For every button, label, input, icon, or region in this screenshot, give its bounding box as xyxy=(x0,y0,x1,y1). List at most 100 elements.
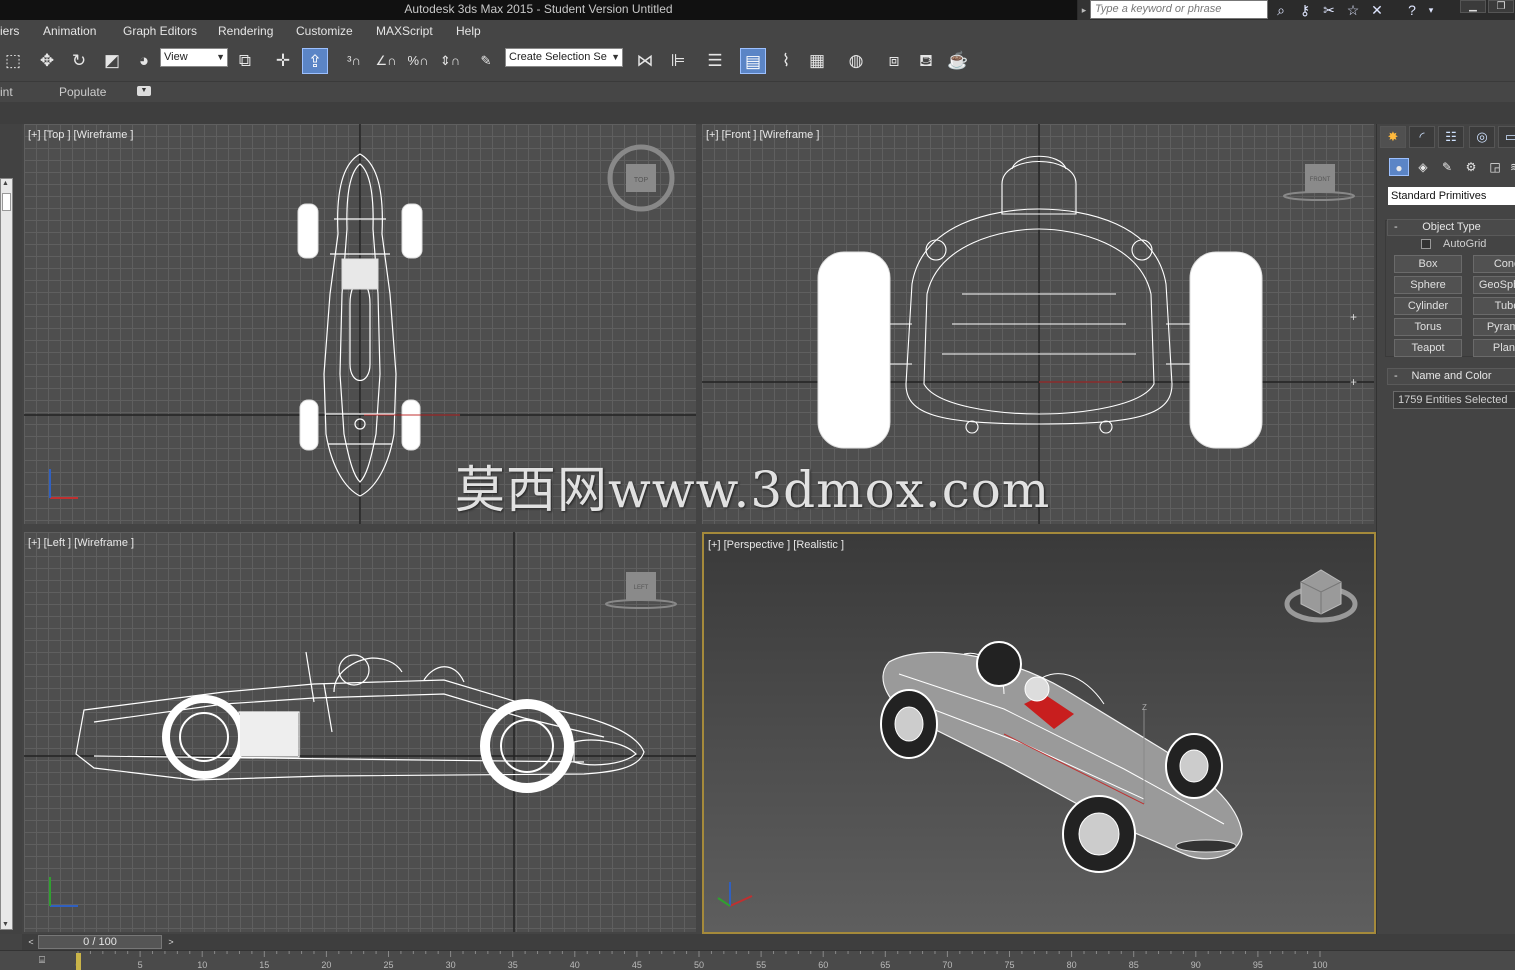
restore-button[interactable]: ❐ xyxy=(1488,0,1514,13)
ribbon-tab-populate[interactable]: Populate xyxy=(59,85,106,99)
search-expand-arrow-icon[interactable]: ▸ xyxy=(1078,0,1090,20)
front-viewcube[interactable]: FRONT xyxy=(1283,164,1355,201)
time-slider-thumb[interactable]: 0 / 100 xyxy=(38,935,162,949)
scrollbar-thumb[interactable] xyxy=(2,193,11,211)
ribbon-options-dropdown-icon[interactable]: ▼ xyxy=(137,86,151,96)
time-next-icon[interactable]: > xyxy=(164,935,178,949)
percent-snap-icon[interactable]: %∩ xyxy=(405,48,431,74)
viewport-left[interactable]: [+] [Left ] [Wireframe ] LEFT xyxy=(24,532,696,932)
menu-graph-editors[interactable]: Graph Editors xyxy=(123,24,197,38)
tube-button[interactable]: Tube xyxy=(1473,297,1515,315)
curve-editor-icon[interactable]: ⌇ xyxy=(773,48,799,74)
ribbon-tab-paint[interactable]: int xyxy=(0,85,13,99)
star-icon[interactable]: ☆ xyxy=(1344,1,1362,19)
move-icon[interactable]: ✥ xyxy=(34,48,60,74)
sphere-button[interactable]: Sphere xyxy=(1394,276,1462,294)
left-viewcube[interactable]: LEFT xyxy=(605,572,677,609)
material-editor-icon[interactable]: ◍ xyxy=(843,48,869,74)
lights-icon[interactable]: ✎ xyxy=(1437,158,1457,176)
cylinder-button[interactable]: Cylinder xyxy=(1394,297,1462,315)
keyboard-shortcut-override-icon[interactable]: ⇪ xyxy=(302,48,328,74)
scale-icon[interactable]: ◩ xyxy=(99,48,125,74)
motion-tab-icon[interactable]: ◎ xyxy=(1469,126,1495,148)
align-icon[interactable]: ⊫ xyxy=(665,48,691,74)
key-icon[interactable]: ⚷ xyxy=(1296,1,1314,19)
cone-button[interactable]: Cone xyxy=(1473,255,1515,273)
tools-icon[interactable]: ✂ xyxy=(1320,1,1338,19)
plane-button[interactable]: Plane xyxy=(1473,339,1515,357)
search-input[interactable]: Type a keyword or phrase xyxy=(1090,0,1268,19)
time-prev-icon[interactable]: < xyxy=(24,935,38,949)
box-button[interactable]: Box xyxy=(1394,255,1462,273)
track-bar-tick-label: 5 xyxy=(138,960,143,970)
object-name-field[interactable]: 1759 Entities Selected xyxy=(1393,391,1515,409)
select-region-icon[interactable]: ⬚ xyxy=(0,48,26,74)
render-setup-icon[interactable]: ⧈ xyxy=(881,48,907,74)
menu-customize[interactable]: Customize xyxy=(296,24,353,38)
minimize-button[interactable]: ▁ xyxy=(1460,0,1486,13)
left-wireframe-car: LEFT xyxy=(24,532,696,932)
menu-modifiers[interactable]: iers xyxy=(0,24,19,38)
scroll-up-icon[interactable]: ▲ xyxy=(2,180,9,187)
track-bar-tick-label: 25 xyxy=(383,960,393,970)
window-title: Autodesk 3ds Max 2015 - Student Version … xyxy=(404,2,673,16)
shapes-icon[interactable]: ◈ xyxy=(1413,158,1433,176)
torus-button[interactable]: Torus xyxy=(1394,318,1462,336)
hierarchy-tab-icon[interactable]: ☷ xyxy=(1438,126,1464,148)
menu-rendering[interactable]: Rendering xyxy=(218,24,273,38)
perspective-viewcube[interactable] xyxy=(1284,569,1358,623)
autogrid-checkbox[interactable] xyxy=(1421,239,1431,249)
track-bar-tick-label: 10 xyxy=(197,960,207,970)
scroll-down-icon[interactable]: ▼ xyxy=(2,921,9,928)
mirror-icon[interactable]: ⋈ xyxy=(632,48,658,74)
viewcube-left-text: LEFT xyxy=(634,585,649,591)
help-icon[interactable]: ? xyxy=(1403,1,1421,19)
angle-snap-icon[interactable]: ∠∩ xyxy=(373,48,399,74)
pivot-center-icon[interactable]: ⧉ xyxy=(232,48,258,74)
menu-animation[interactable]: Animation xyxy=(43,24,96,38)
modify-tab-icon[interactable]: ◜ xyxy=(1409,126,1435,148)
track-bar-tick-label: 45 xyxy=(632,960,642,970)
geometry-icon[interactable]: ● xyxy=(1389,158,1409,176)
render-production-icon[interactable]: ☕ xyxy=(945,48,971,74)
layer-explorer-icon[interactable]: ☰ xyxy=(702,48,728,74)
reference-coordinate-value: View xyxy=(164,51,188,63)
rotate-icon[interactable]: ↻ xyxy=(66,48,92,74)
select-manipulate-icon[interactable]: ✛ xyxy=(270,48,296,74)
named-selection-set-select[interactable]: Create Selection Se ▼ xyxy=(505,48,623,67)
name-and-color-rollout-header[interactable]: - Name and Color xyxy=(1387,368,1515,385)
track-bar-ruler: 0510152025303540455055606570758085909510… xyxy=(75,951,1328,970)
mini-curve-editor-icon[interactable]: ⌸ xyxy=(32,955,52,969)
geometry-category-select[interactable]: Standard Primitives xyxy=(1388,187,1515,205)
menu-help[interactable]: Help xyxy=(456,24,481,38)
object-type-rollout-header[interactable]: - Object Type xyxy=(1387,219,1515,236)
viewport-perspective[interactable]: [+] [Perspective ] [Realistic ] Z xyxy=(702,532,1376,934)
teapot-button[interactable]: Teapot xyxy=(1394,339,1462,357)
snaps-toggle-icon[interactable]: ³∩ xyxy=(341,48,367,74)
geosphere-button[interactable]: GeoSphere xyxy=(1473,276,1515,294)
svg-text:+: + xyxy=(1350,375,1357,389)
track-bar-tick-label: 85 xyxy=(1129,960,1139,970)
binoculars-icon[interactable]: ⌕ xyxy=(1272,1,1290,19)
spinner-snap-icon[interactable]: ⇕∩ xyxy=(437,48,463,74)
display-tab-icon[interactable]: ▭ xyxy=(1498,126,1515,148)
reference-coordinate-select[interactable]: View ▼ xyxy=(160,48,228,67)
schematic-view-icon[interactable]: ▦ xyxy=(804,48,830,74)
helpers-icon[interactable]: ◲ xyxy=(1485,158,1505,176)
select-place-icon[interactable]: ◕ xyxy=(131,48,157,74)
pyramid-button[interactable]: Pyramid xyxy=(1473,318,1515,336)
exchange-icon[interactable]: ✕ xyxy=(1368,1,1386,19)
top-viewcube[interactable]: TOP xyxy=(607,144,675,212)
cameras-icon[interactable]: ⚙ xyxy=(1461,158,1481,176)
menu-maxscript[interactable]: MAXScript xyxy=(376,24,433,38)
create-tab-icon[interactable]: ✸ xyxy=(1380,126,1406,148)
track-bar-tick-label: 55 xyxy=(756,960,766,970)
help-dropdown-icon[interactable]: ▾ xyxy=(1422,1,1440,19)
rendered-frame-window-icon[interactable]: ⛾ xyxy=(913,48,939,74)
space-warps-icon[interactable]: ≋ xyxy=(1505,158,1515,176)
track-bar[interactable]: 0510152025303540455055606570758085909510… xyxy=(0,950,1515,970)
edit-named-selection-icon[interactable]: ✎ xyxy=(473,48,499,74)
viewcube-front-text: FRONT xyxy=(1310,177,1331,183)
graphite-ribbon-icon[interactable]: ▤ xyxy=(740,48,766,74)
vertical-scrollbar[interactable]: ▲ ▼ xyxy=(0,178,13,930)
